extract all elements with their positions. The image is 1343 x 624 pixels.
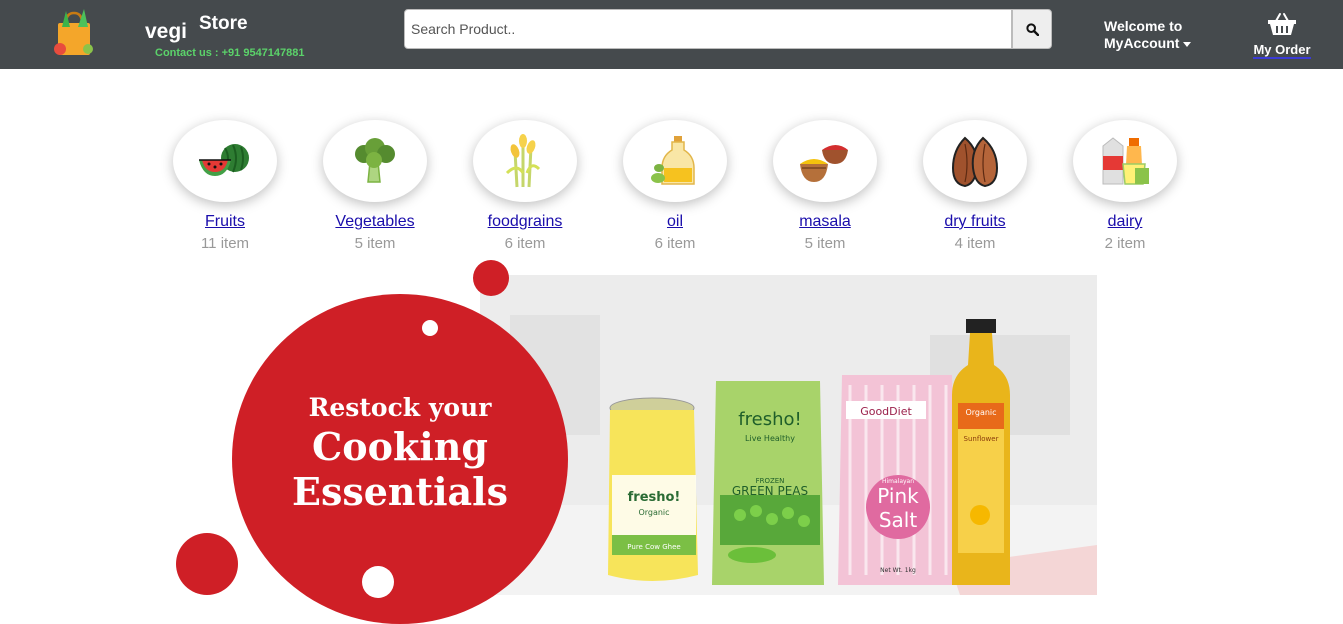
category-dry-fruits: dry fruits 4 item [905,120,1045,255]
peas-brand: fresho! [738,409,801,430]
category-dry-fruits-link[interactable]: dry fruits [905,211,1045,233]
banner-product-photo: fresho! Organic Pure Cow Ghee fresho! Li… [480,275,1097,595]
category-dry-fruits-count: 4 item [954,235,996,252]
my-order-button[interactable]: My Order [1248,12,1316,59]
category-fruits-count: 11 item [200,235,250,252]
brand-name-second: Store [199,13,248,34]
category-oil: oil 6 item [605,120,745,255]
ghee-name: Pure Cow Ghee [627,543,680,551]
category-masala: masala 5 item [755,120,895,255]
category-vegetables-link[interactable]: Vegetables [305,211,445,233]
category-dry-fruits-image[interactable] [923,120,1027,202]
category-dairy-link[interactable]: dairy [1055,211,1195,233]
decor-dot-bottom [176,533,238,595]
basket-icon [1268,13,1296,35]
category-dairy-count: 2 item [1104,235,1146,252]
category-fruits-link[interactable]: Fruits [155,211,295,233]
header-bar: vegi Store Contact us : +91 9547147881 W… [0,0,1343,69]
search-icon [1025,22,1039,36]
category-foodgrains-image[interactable] [473,120,577,202]
wheat-icon [505,134,541,188]
category-vegetables-image[interactable] [323,120,427,202]
salt-name-1: Pink [877,484,919,508]
peas-sub: Live Healthy [745,434,795,443]
oil-name: Sunflower [964,435,999,443]
welcome-text: Welcome to [1104,18,1183,34]
category-vegetables-count: 5 item [354,235,396,252]
salt-brand: GoodDiet [860,405,912,418]
spice-bowl-icon [800,145,848,182]
oil-brand: Organic [965,408,996,417]
category-fruits-image[interactable] [173,120,277,202]
banner-line-3: Essentials [292,469,508,514]
contact-phone: Contact us : +91 9547147881 [155,47,305,59]
decor-white-dot [422,320,438,336]
ghee-brand: fresho! [628,490,681,505]
search-button[interactable] [1012,9,1052,49]
category-vegetables: Vegetables 5 item [305,120,445,255]
category-masala-link[interactable]: masala [755,211,895,233]
brand-name-first: vegi [145,20,188,43]
oil-bottle-icon [651,136,695,185]
decor-dot-top [473,260,509,296]
category-oil-link[interactable]: oil [605,211,745,233]
promo-banner[interactable]: fresho! Organic Pure Cow Ghee fresho! Li… [170,258,1100,624]
category-oil-image[interactable] [623,120,727,202]
category-fruits: Fruits 11 item [155,120,295,255]
broccoli-icon [355,138,395,183]
watermelon-icon [199,144,249,176]
category-dairy-image[interactable] [1073,120,1177,202]
store-logo-icon[interactable] [52,9,96,57]
dairy-icon [1102,137,1149,185]
account-menu[interactable]: Welcome to MyAccount [1104,18,1192,52]
salt-weight: Net Wt. 1kg [880,567,916,574]
my-order-label: My Order [1253,42,1311,59]
category-masala-image[interactable] [773,120,877,202]
category-dairy: dairy 2 item [1055,120,1195,255]
category-foodgrains-link[interactable]: foodgrains [455,211,595,233]
category-foodgrains-count: 6 item [504,235,546,252]
banner-headline: Restock your Cooking Essentials [232,391,568,515]
caret-down-icon [1183,41,1192,47]
ghee-sub: Organic [638,508,669,517]
category-masala-count: 5 item [804,235,846,252]
peas-name: GREEN PEAS [732,484,808,498]
banner-line-1: Restock your [308,393,492,422]
category-oil-count: 6 item [654,235,696,252]
search-input[interactable] [404,9,1012,49]
banner-line-2: Cooking [312,424,488,469]
category-foodgrains: foodgrains 6 item [455,120,595,255]
salt-name-2: Salt [879,508,918,532]
account-label: MyAccount [1104,35,1180,51]
almond-icon [951,136,999,188]
decor-white-dot-bottom [362,566,394,598]
